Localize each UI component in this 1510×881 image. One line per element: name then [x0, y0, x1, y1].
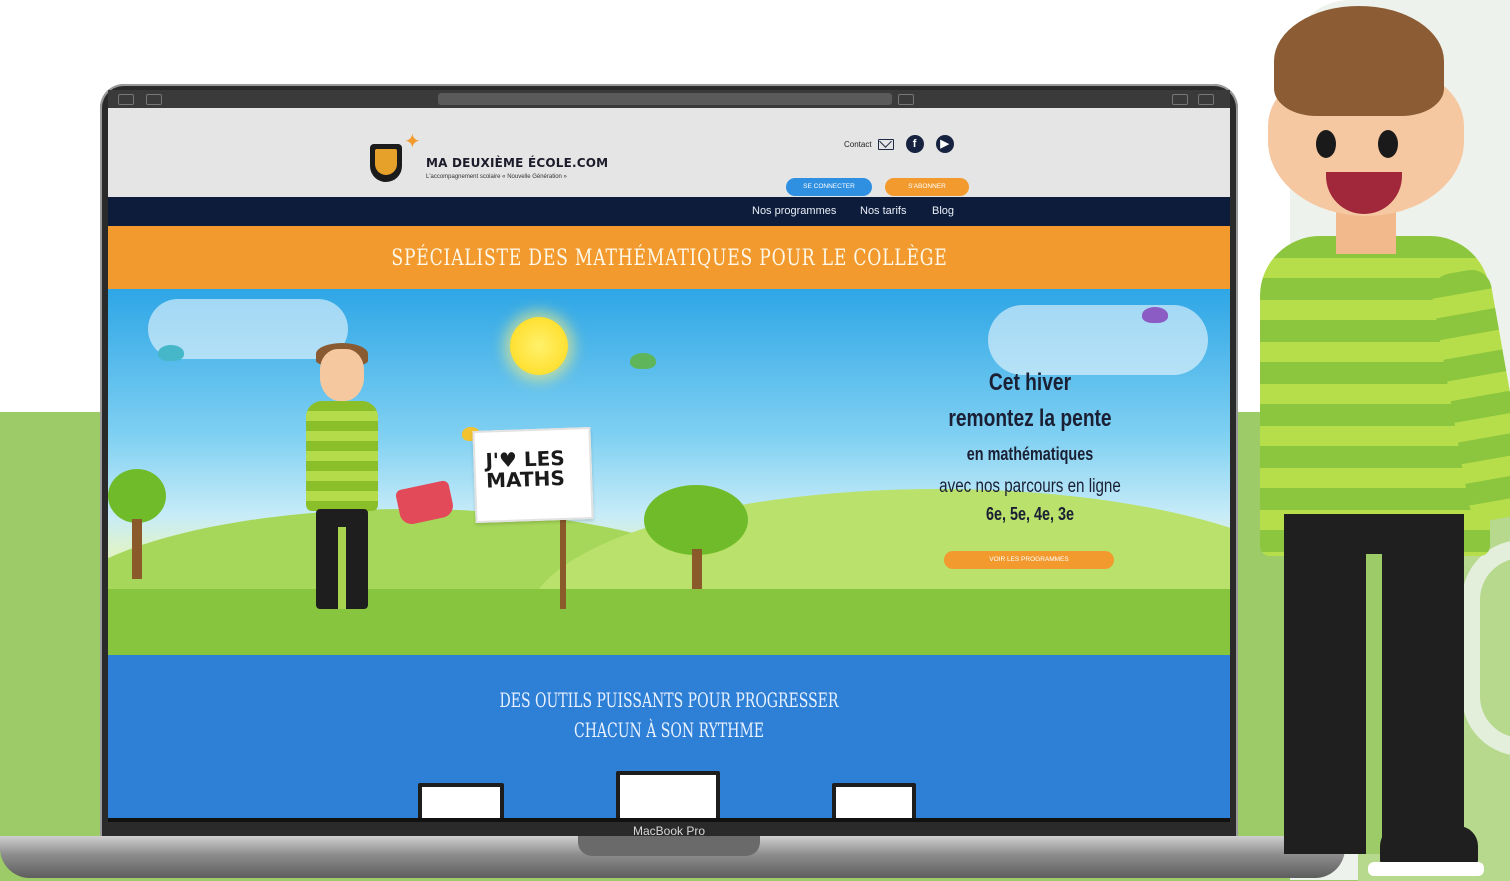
boy-illustration	[298, 343, 388, 619]
hero-section: J'♥ LES MATHS Cet hiver remontez la pent…	[108, 289, 1230, 655]
mascot-character	[1240, 0, 1510, 881]
mascot-eye	[1316, 130, 1336, 158]
bird-illustration	[630, 353, 656, 369]
features-title: DES OUTILS PUISSANTS POUR PROGRESSER CHA…	[108, 685, 1230, 745]
view-programs-button[interactable]: VOIR LES PROGRAMMES	[944, 551, 1114, 569]
tree-illustration	[108, 469, 168, 579]
mascot-neck	[1336, 210, 1396, 254]
login-button[interactable]: SE CONNECTER	[786, 178, 872, 196]
contact-bar: Contact f ▶	[844, 135, 954, 153]
features-title-line-2: CHACUN À SON RYTHME	[573, 718, 765, 742]
sidebar-toggle-icon[interactable]	[118, 94, 134, 105]
meadow	[108, 589, 1230, 655]
promo-scene: MacBook Pro ✦ MA DEUXIÈME ÉCOLE.COM L'ac…	[0, 0, 1510, 881]
logo-shield-icon[interactable]	[370, 144, 402, 182]
contact-link[interactable]: Contact	[844, 140, 872, 149]
mascot-hair	[1274, 6, 1444, 116]
features-title-line-1: DES OUTILS PUISSANTS POUR PROGRESSER	[499, 688, 839, 712]
mascot-legs	[1284, 514, 1464, 854]
screen-bezel-bottom	[108, 818, 1230, 822]
new-tab-icon[interactable]	[1198, 94, 1214, 105]
hero-copy: Cet hiver remontez la pente en mathémati…	[900, 365, 1160, 525]
hero-grades: 6e, 5e, 4e, 3e	[985, 504, 1075, 524]
main-nav: Nos programmes Nos tarifs Blog	[108, 197, 1230, 226]
laptop-screen: ✦ MA DEUXIÈME ÉCOLE.COM L'accompagnement…	[108, 90, 1230, 818]
features-section: DES OUTILS PUISSANTS POUR PROGRESSER CHA…	[108, 655, 1230, 818]
subscribe-button[interactable]: S'ABONNER	[885, 178, 969, 196]
tree-illustration	[644, 485, 754, 589]
tab-overview-icon[interactable]	[146, 94, 162, 105]
orange-banner: SPÉCIALISTE DES MATHÉMATIQUES POUR LE CO…	[108, 226, 1230, 289]
sun-illustration	[510, 317, 568, 375]
bird-illustration	[1142, 307, 1168, 323]
mascot-shoe	[1380, 826, 1478, 866]
hero-line-1: Cet hiver	[988, 369, 1072, 396]
facebook-icon[interactable]: f	[905, 135, 924, 153]
nav-item-tarifs[interactable]: Nos tarifs	[860, 197, 906, 226]
nav-item-programmes[interactable]: Nos programmes	[752, 197, 836, 226]
browser-chrome	[108, 90, 1230, 108]
i-love-maths-sign: J'♥ LES MATHS	[472, 426, 594, 524]
banner-title: SPÉCIALISTE DES MATHÉMATIQUES POUR LE CO…	[390, 246, 948, 271]
feature-thumbnail[interactable]	[418, 783, 504, 818]
mascot-shoe-sole	[1368, 862, 1484, 876]
logo-tagline: L'accompagnement scolaire « Nouvelle Gén…	[426, 174, 567, 180]
hero-line-4: avec nos parcours en ligne	[939, 476, 1121, 497]
mail-icon[interactable]	[877, 138, 894, 150]
device-label: MacBook Pro	[632, 824, 706, 838]
star-icon: ✦	[404, 131, 421, 153]
logo-title[interactable]: MA DEUXIÈME ÉCOLE.COM	[426, 156, 608, 170]
hero-line-2: remontez la pente	[948, 405, 1112, 432]
nav-item-blog[interactable]: Blog	[932, 197, 954, 226]
site-header: ✦ MA DEUXIÈME ÉCOLE.COM L'accompagnement…	[108, 108, 1230, 197]
youtube-icon[interactable]: ▶	[935, 135, 954, 153]
reader-icon[interactable]	[898, 94, 914, 105]
share-icon[interactable]	[1172, 94, 1188, 105]
address-bar[interactable]	[438, 93, 892, 105]
bird-illustration	[158, 345, 184, 361]
mascot-eye	[1378, 130, 1398, 158]
sign-text: J'♥ LES MATHS	[485, 445, 566, 493]
hero-line-3: en mathématiques	[966, 444, 1094, 464]
feature-thumbnail[interactable]	[616, 771, 720, 818]
feature-thumbnail[interactable]	[832, 783, 916, 818]
